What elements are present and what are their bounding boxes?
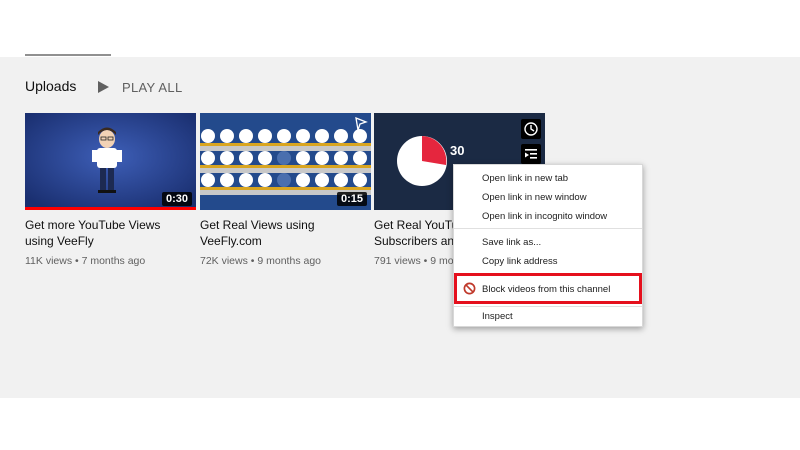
play-all-label: PLAY ALL [122, 79, 183, 95]
video-duration: 0:15 [336, 192, 367, 206]
block-icon [463, 282, 476, 295]
clock-icon [524, 122, 538, 136]
watch-later-button[interactable] [521, 119, 541, 139]
video-thumbnail[interactable]: 0:15 [200, 113, 371, 210]
upload-age: 9 months ago [257, 255, 322, 267]
video-meta: 11K views • 7 months ago [25, 255, 146, 267]
video-duration: 0:30 [161, 192, 192, 206]
timer-count: 30 [450, 143, 465, 158]
menu-item-inspect[interactable]: Inspect [482, 311, 513, 322]
view-count: 11K views [25, 255, 73, 267]
watch-progress-bar [25, 207, 196, 210]
video-title[interactable]: Get Real Views using VeeFly.com [200, 217, 371, 249]
play-icon [98, 81, 109, 93]
view-count: 791 views [374, 255, 421, 267]
menu-separator [454, 228, 642, 229]
video-title[interactable]: Get more YouTube Views using VeeFly [25, 217, 196, 249]
video-card[interactable]: 0:15 Get Real Views using VeeFly.com 72K… [200, 113, 371, 267]
page-footer-area [0, 398, 800, 450]
uploads-heading: Uploads [25, 78, 77, 94]
video-meta: 72K views • 9 months ago [200, 255, 322, 267]
menu-item-open-new-window[interactable]: Open link in new window [482, 192, 587, 203]
menu-item-block-channel[interactable]: Block videos from this channel [482, 284, 610, 295]
view-count: 72K views [200, 255, 248, 267]
upload-age: 7 months ago [81, 255, 146, 267]
menu-item-open-incognito[interactable]: Open link in incognito window [482, 211, 607, 222]
menu-item-save-link[interactable]: Save link as... [482, 237, 541, 248]
play-all-button[interactable]: PLAY ALL [96, 78, 182, 96]
active-tab-underline [25, 54, 111, 56]
context-menu: Open link in new tab Open link in new wi… [453, 164, 643, 327]
menu-separator [454, 306, 642, 307]
video-card[interactable]: 0:30 Get more YouTube Views using VeeFly… [25, 113, 196, 267]
queue-icon [525, 149, 537, 159]
menu-item-open-new-tab[interactable]: Open link in new tab [482, 173, 568, 184]
menu-item-copy-link[interactable]: Copy link address [482, 256, 558, 267]
upload-age: 9 mo [430, 255, 454, 267]
video-thumbnail[interactable]: 0:30 [25, 113, 196, 210]
add-to-queue-button[interactable] [521, 144, 541, 164]
page-header-area [0, 0, 800, 52]
